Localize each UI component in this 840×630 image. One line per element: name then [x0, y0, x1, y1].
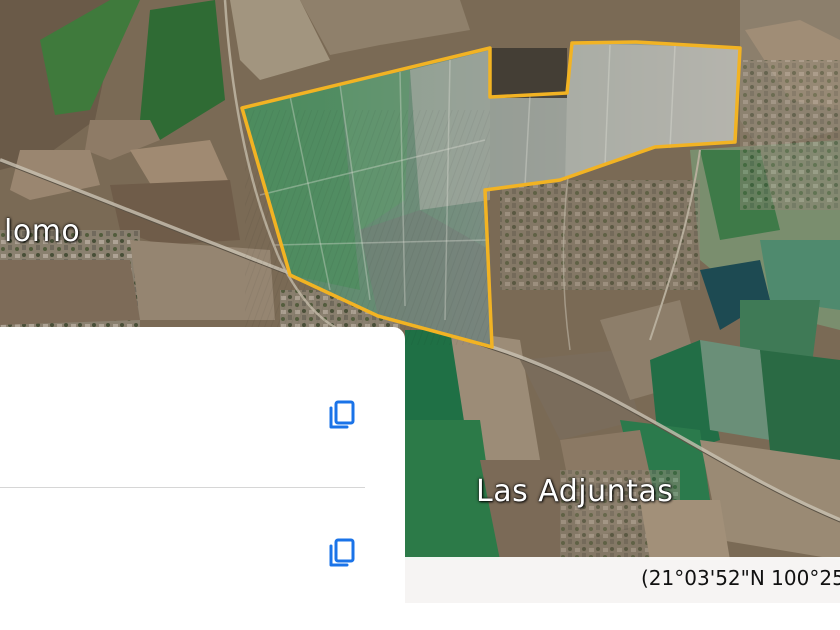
- place-label-las-adjuntas: Las Adjuntas: [476, 474, 674, 509]
- coordinates-text: (21°03'52"N 100°25: [641, 566, 840, 590]
- place-label-palomo: lomo: [4, 214, 81, 249]
- copy-icon[interactable]: [325, 535, 361, 571]
- coordinates-bar: (21°03'52"N 100°25: [405, 557, 840, 603]
- divider: [0, 487, 365, 488]
- bottom-strip: [0, 603, 840, 630]
- copy-icon[interactable]: [325, 397, 361, 433]
- location-info-panel: [0, 327, 405, 603]
